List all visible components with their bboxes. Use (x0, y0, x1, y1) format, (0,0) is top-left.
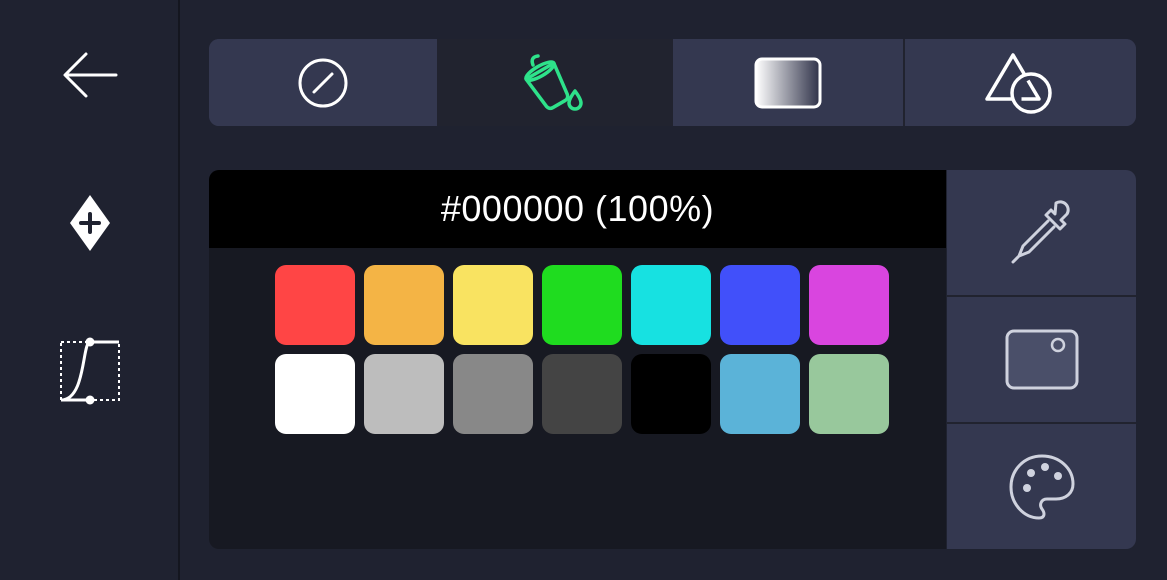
paint-bucket-icon (524, 53, 583, 111)
fill-editor: #000000 (100%) (0, 0, 1167, 580)
color-swatch[interactable] (720, 265, 800, 345)
tool-rail (0, 0, 180, 580)
image-picker-icon (1005, 329, 1078, 389)
eyedropper-button[interactable] (947, 170, 1136, 295)
curve-button[interactable] (50, 331, 130, 411)
palette-icon (1009, 454, 1074, 519)
back-button[interactable] (50, 35, 130, 115)
color-panel: #000000 (100%) (209, 170, 946, 549)
tab-gradient[interactable] (672, 39, 903, 126)
gradient-icon (754, 57, 822, 108)
add-node-button[interactable] (50, 183, 130, 263)
color-swatch[interactable] (809, 354, 889, 434)
shapes-icon (985, 52, 1053, 114)
color-swatch[interactable] (364, 354, 444, 434)
eyedropper-icon (1011, 199, 1070, 263)
tab-shapes[interactable] (904, 39, 1136, 126)
color-swatch-grid (275, 265, 891, 434)
tab-solid-fill[interactable] (437, 39, 671, 126)
bezier-curve-icon (60, 337, 120, 405)
current-color-value[interactable]: #000000 (100%) (209, 170, 946, 248)
color-swatch[interactable] (542, 265, 622, 345)
color-swatch[interactable] (275, 265, 355, 345)
no-fill-icon (298, 58, 348, 107)
color-swatch[interactable] (809, 265, 889, 345)
back-arrow-icon (63, 52, 118, 98)
color-swatch[interactable] (631, 354, 711, 434)
palette-button[interactable] (947, 424, 1136, 549)
add-node-icon (70, 195, 110, 251)
color-swatch[interactable] (542, 354, 622, 434)
color-swatch[interactable] (453, 265, 533, 345)
tab-no-fill[interactable] (209, 39, 438, 126)
color-tools (947, 170, 1136, 549)
image-color-picker-button[interactable] (947, 297, 1136, 422)
fill-mode-tabs (209, 39, 1136, 126)
color-swatch[interactable] (453, 354, 533, 434)
color-swatch[interactable] (631, 265, 711, 345)
color-swatch[interactable] (720, 354, 800, 434)
color-swatch[interactable] (364, 265, 444, 345)
color-swatch[interactable] (275, 354, 355, 434)
